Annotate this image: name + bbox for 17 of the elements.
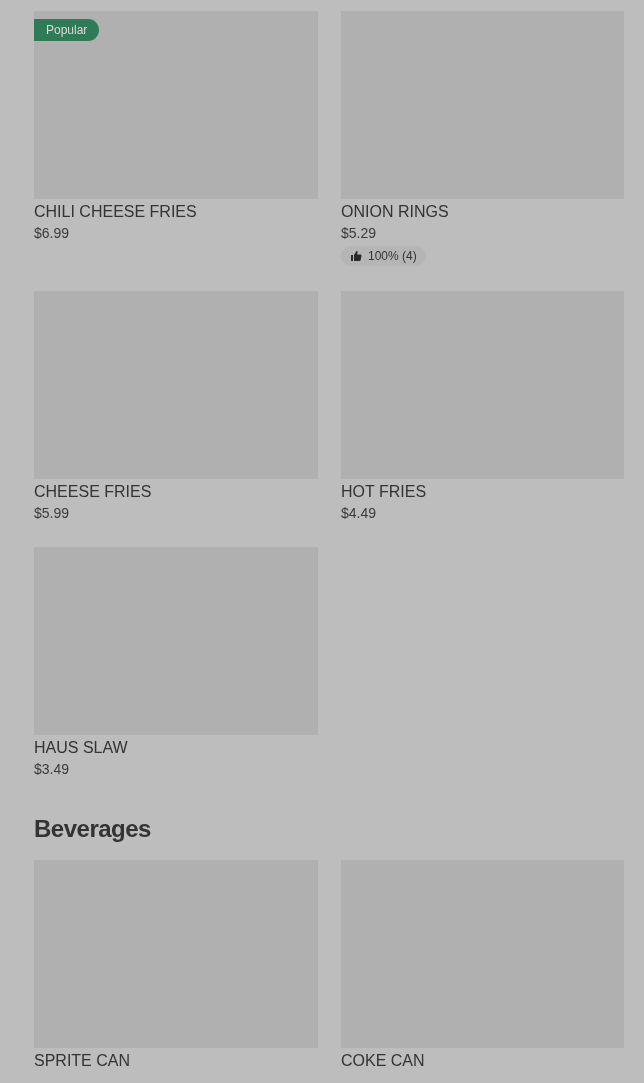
item-price: $3.49	[34, 760, 71, 778]
item-price: $5.29	[341, 224, 378, 242]
item-price: $5.99	[34, 504, 71, 522]
popular-badge: Popular	[34, 19, 100, 41]
item-name[interactable]: HOT FRIES	[341, 483, 624, 501]
image-placeholder[interactable]: Popular	[34, 11, 318, 199]
item-price: $4.49	[341, 504, 378, 522]
item-name[interactable]: SPRITE CAN	[34, 1052, 318, 1070]
rating-text: 100% (4)	[368, 249, 417, 263]
item-name[interactable]: CHILI CHEESE FRIES	[34, 203, 318, 221]
thumbs-up-icon	[350, 250, 362, 262]
item-name[interactable]: CHEESE FRIES	[34, 483, 318, 501]
item-name[interactable]: COKE CAN	[341, 1052, 624, 1070]
item-name[interactable]: ONION RINGS	[341, 203, 624, 221]
item-name[interactable]: HAUS SLAW	[34, 739, 318, 757]
item-price: $6.99	[34, 224, 71, 242]
section-heading: Beverages	[34, 814, 152, 844]
